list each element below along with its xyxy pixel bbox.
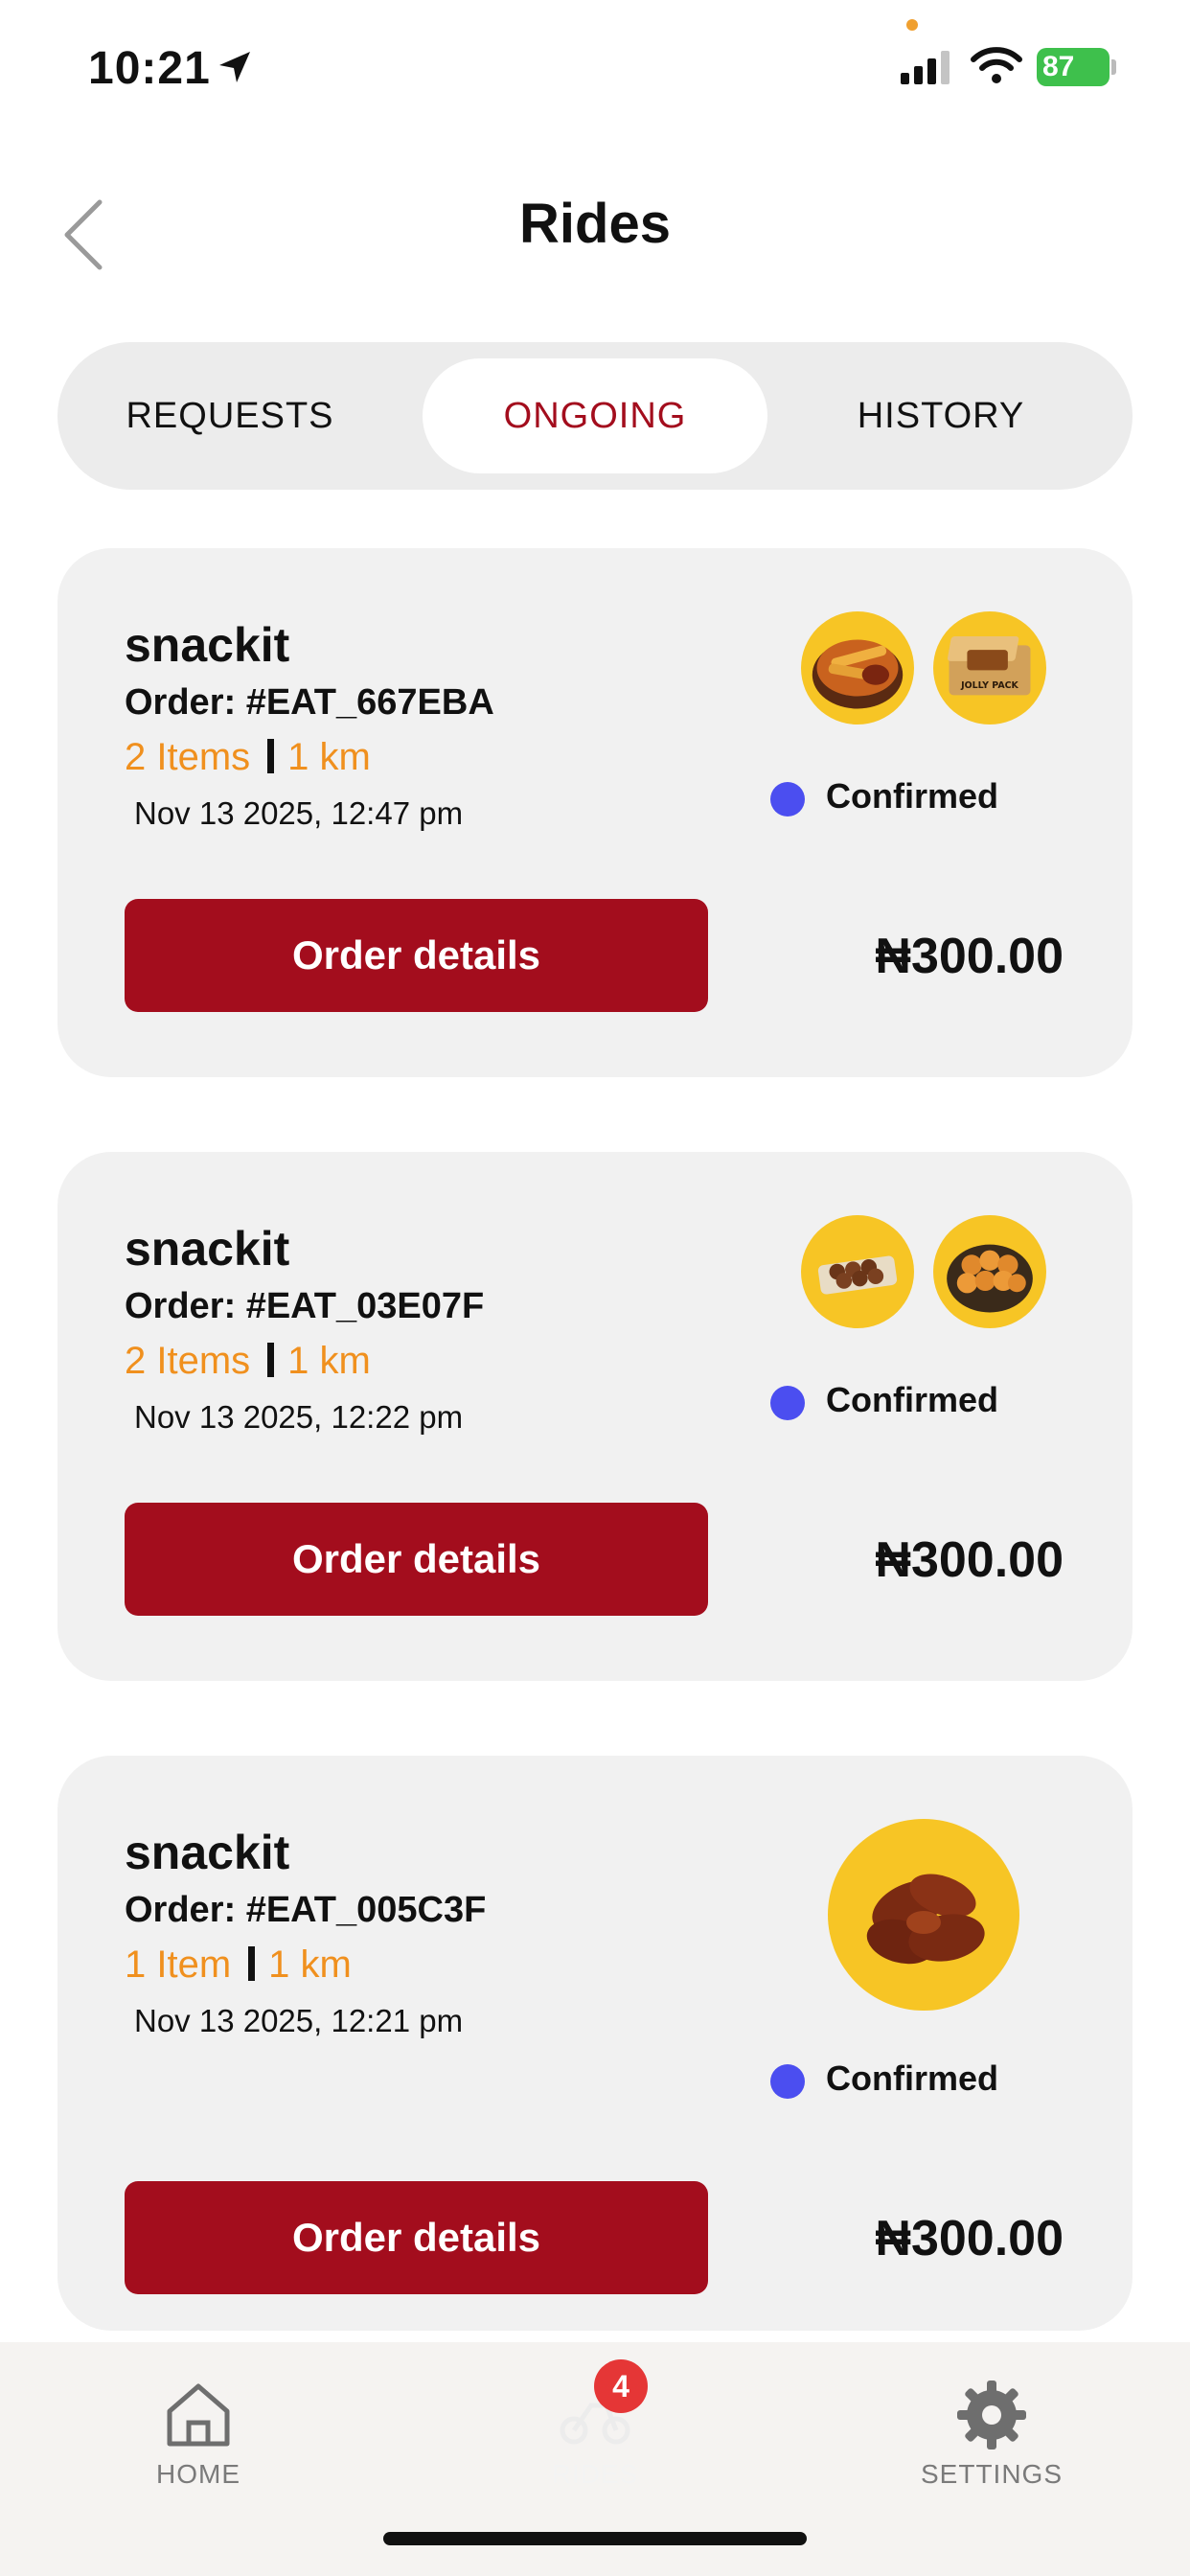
order-card: snackit Order: #EAT_005C3F 1 Item 1 km No… (57, 1756, 1133, 2331)
battery-icon: 87 (1037, 48, 1110, 86)
jolly-pack-thumbnail: JOLLY PACK (933, 611, 1046, 724)
meta-divider (267, 739, 275, 773)
wifi-icon (971, 47, 1022, 83)
order-date: Nov 13 2025, 12:21 pm (134, 2003, 464, 2038)
home-icon (167, 2383, 230, 2447)
distance: 1 km (287, 1340, 371, 1382)
location-arrow-icon (219, 52, 250, 82)
chicken-wings-thumbnail (828, 1819, 1019, 2011)
order-status: Confirmed (826, 2058, 998, 2098)
food-thumbnail (933, 1215, 1046, 1328)
order-status: Confirmed (826, 1380, 998, 1419)
status-time: 10:21 (88, 43, 211, 94)
order-number: Order: #EAT_005C3F (125, 1890, 487, 1930)
order-date: Nov 13 2025, 12:47 pm (134, 795, 464, 831)
distance: 1 km (268, 1944, 352, 1986)
item-count: 2 Items (125, 1340, 251, 1382)
order-card: snackit Order: #EAT_667EBA 2 Items 1 km N… (57, 548, 1133, 1077)
item-count: 1 Item (125, 1944, 232, 1986)
signal-icon (901, 51, 950, 84)
battery-level: 87 (1042, 51, 1075, 82)
order-card: snackit Order: #EAT_03E07F 2 Items 1 km N… (57, 1152, 1133, 1681)
order-date: Nov 13 2025, 12:22 pm (134, 1399, 464, 1435)
status-dot (770, 782, 805, 816)
vendor-name: snackit (125, 1222, 290, 1276)
order-status: Confirmed (826, 776, 998, 816)
gear-icon (957, 2380, 1026, 2450)
tab-requests[interactable]: REQUESTS (57, 358, 402, 473)
nav-settings[interactable]: SETTINGS (896, 2377, 1087, 2490)
home-indicator[interactable] (383, 2532, 807, 2545)
status-dot (770, 1386, 805, 1420)
status-bar: 10:21 87 (0, 0, 1190, 134)
order-meta: 1 Item 1 km (125, 1944, 352, 1987)
order-number: Order: #EAT_667EBA (125, 682, 494, 723)
tab-ongoing[interactable]: ONGOING (423, 358, 767, 473)
order-number: Order: #EAT_03E07F (125, 1286, 485, 1326)
nav-home[interactable]: HOME (103, 2377, 294, 2490)
nav-home-label: HOME (156, 2459, 240, 2489)
vendor-name: snackit (125, 1826, 290, 1879)
status-dot (770, 2064, 805, 2099)
distance: 1 km (287, 736, 371, 778)
order-price: ₦300.00 (875, 929, 1064, 984)
food-thumbnail (801, 611, 914, 724)
nav-settings-label: SETTINGS (920, 2459, 1063, 2489)
rides-tabs: REQUESTS ONGOING HISTORY (57, 342, 1133, 490)
page-title: Rides (519, 193, 671, 255)
battery-nub (1111, 59, 1116, 75)
meta-divider (248, 1946, 256, 1981)
order-details-button[interactable]: Order details (125, 2181, 708, 2294)
rides-count-badge: 4 (594, 2359, 648, 2413)
meta-divider (267, 1343, 275, 1377)
order-price: ₦300.00 (875, 2211, 1064, 2266)
order-details-button[interactable]: Order details (125, 899, 708, 1012)
privacy-indicator-dot (906, 19, 918, 31)
order-price: ₦300.00 (875, 1532, 1064, 1588)
item-count: 2 Items (125, 736, 251, 778)
nav-rides-label: RIDES (551, 2459, 639, 2489)
food-thumbnail (801, 1215, 914, 1328)
tab-history[interactable]: HISTORY (768, 358, 1113, 473)
order-meta: 2 Items 1 km (125, 736, 371, 779)
order-meta: 2 Items 1 km (125, 1340, 371, 1383)
jolly-pack-label: JOLLY PACK (960, 680, 1018, 691)
order-details-button[interactable]: Order details (125, 1503, 708, 1616)
vendor-name: snackit (125, 618, 290, 672)
